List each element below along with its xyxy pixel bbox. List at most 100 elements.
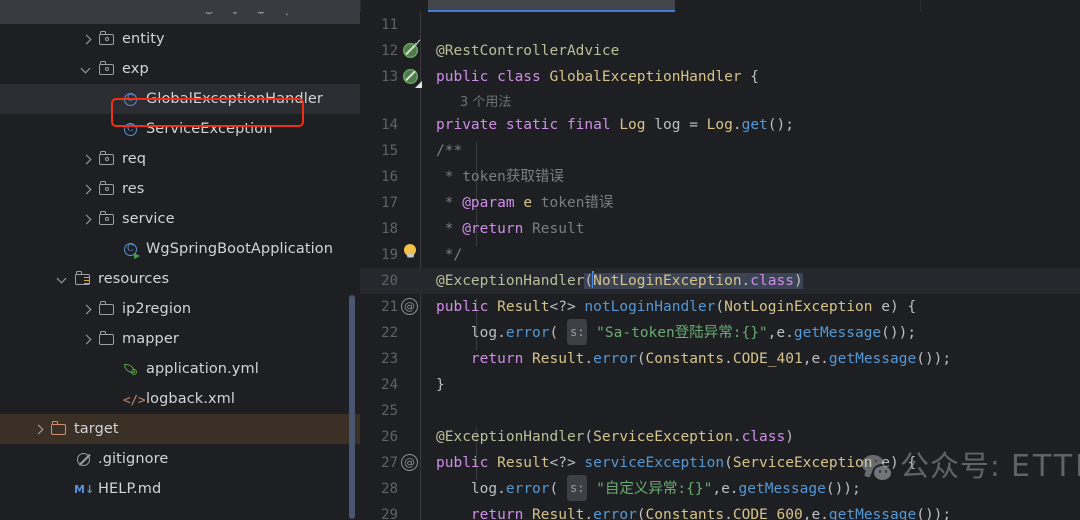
code-text: return Result.error(Constants.CODE_401,e…: [470, 351, 952, 367]
tree-item-ip2region[interactable]: ip2region: [0, 294, 360, 324]
gutter-annotation-icon[interactable]: @: [401, 298, 418, 315]
tree-item-serviceexception[interactable]: C ServiceException: [0, 114, 360, 144]
tree-item-label: req: [122, 151, 147, 167]
package-folder-icon: [99, 181, 116, 198]
package-folder-icon: [99, 211, 116, 228]
code-text: @ExceptionHandler(NotLoginException.clas…: [436, 271, 803, 289]
chevron-right-icon[interactable]: [81, 214, 93, 225]
tree-item-resources[interactable]: resources: [0, 264, 360, 294]
chevron-right-icon[interactable]: [81, 154, 93, 165]
code-line-15[interactable]: 15 /**: [360, 138, 1080, 164]
settings-icon[interactable]: ⚙: [248, 12, 274, 24]
line-number: 21: [381, 299, 398, 315]
code-line-24[interactable]: 24}: [360, 372, 1080, 398]
xml-file-icon: </>: [123, 391, 146, 407]
line-number: 18: [381, 221, 398, 237]
line-number: 27: [381, 455, 398, 471]
tree-item-application-yml[interactable]: application.yml: [0, 354, 360, 384]
code-line-14[interactable]: 14 private static final Log log = Log.get…: [360, 112, 1080, 138]
code-editor: 11 12 ✓ @RestControllerAdvice 13 public class…: [360, 0, 1080, 520]
tree-item-label: exp: [122, 61, 149, 77]
resources-folder-icon: [75, 271, 92, 288]
tree-item-entity[interactable]: entity: [0, 24, 360, 54]
gutter-implementation-icon[interactable]: [402, 68, 422, 88]
project-panel-toolbar: ⊕ ⌄ ⚙ ⋮: [0, 0, 360, 24]
tree-item-wgspringbootapplication[interactable]: C WgSpringBootApplication: [0, 234, 360, 264]
tree-item-req[interactable]: req: [0, 144, 360, 174]
code-line-12[interactable]: 12 ✓ @RestControllerAdvice: [360, 38, 1080, 64]
code-line-11[interactable]: 11: [360, 12, 1080, 38]
chevron-down-icon[interactable]: [56, 273, 69, 285]
line-number: 13: [381, 69, 398, 85]
code-line-29[interactable]: 29 return Result.error(Constants.CODE_60…: [360, 502, 1080, 520]
editor-tab-strip[interactable]: [360, 0, 1080, 13]
editor-tab-active[interactable]: [428, 0, 675, 10]
line-number: 12: [381, 43, 398, 59]
code-line-23[interactable]: 23 return Result.error(Constants.CODE_40…: [360, 346, 1080, 372]
package-folder-icon: [99, 31, 116, 48]
code-line-16[interactable]: 16 * token获取错误: [360, 164, 1080, 190]
locate-icon[interactable]: ⊕: [196, 12, 222, 24]
tree-item-label: WgSpringBootApplication: [146, 241, 334, 257]
tree-item-exp[interactable]: exp: [0, 54, 360, 84]
intention-bulb-icon[interactable]: [403, 244, 417, 263]
tree-item-label: resources: [98, 271, 170, 287]
code-text: * token获取错误: [436, 169, 564, 185]
code-text: public Result<?> serviceException(Servic…: [436, 455, 917, 471]
package-folder-icon: [99, 151, 116, 168]
tree-item-label: logback.xml: [146, 391, 236, 407]
code-text: log.error( s: "Sa-token登陆异常:{}",e.getMes…: [436, 319, 916, 346]
code-line-20[interactable]: 20 @ExceptionHandler(NotLoginException.cl…: [360, 268, 1080, 294]
code-line-18[interactable]: 18 * @return Result: [360, 216, 1080, 242]
chevron-right-icon[interactable]: [81, 184, 93, 195]
package-folder-icon: [99, 61, 116, 78]
code-text: public class GlobalExceptionHandler {: [436, 69, 760, 85]
tree-item-label: application.yml: [146, 361, 259, 377]
chevron-right-icon[interactable]: [81, 334, 93, 345]
tree-item--gitignore[interactable]: .gitignore: [0, 444, 360, 474]
tree-item-target[interactable]: target: [0, 414, 360, 444]
code-line-27[interactable]: 27 @ public Result<?> serviceException(Ser…: [360, 450, 1080, 476]
code-canvas[interactable]: 11 12 ✓ @RestControllerAdvice 13 public class…: [360, 12, 1080, 520]
code-text: @ExceptionHandler(ServiceException.class…: [436, 429, 794, 445]
line-number: 29: [381, 507, 398, 520]
code-text: * @return Result: [436, 221, 585, 237]
gitignore-icon: [75, 451, 92, 468]
code-line-26[interactable]: 26 @ExceptionHandler(ServiceException.cla…: [360, 424, 1080, 450]
code-line-21[interactable]: 21 @ public Result<?> notLoginHandler(NotL…: [360, 294, 1080, 320]
tree-item-label: target: [74, 421, 119, 437]
code-text: log.error( s: "自定义异常:{}",e.getMessage())…: [436, 475, 861, 502]
chevron-right-icon[interactable]: [33, 424, 45, 435]
tree-item-res[interactable]: res: [0, 174, 360, 204]
collapse-all-icon[interactable]: ⌄: [222, 12, 248, 24]
line-number: 26: [381, 429, 398, 445]
code-line-25[interactable]: 25: [360, 398, 1080, 424]
tree-item-logback-xml[interactable]: </> logback.xml: [0, 384, 360, 414]
code-line-17[interactable]: 17 * @param e token错误: [360, 190, 1080, 216]
line-number: 15: [381, 143, 398, 159]
code-text: * @param e token错误: [436, 195, 614, 211]
tree-item-help-md[interactable]: M↓ HELP.md: [0, 474, 360, 504]
project-tool-window: ⊕ ⌄ ⚙ ⋮ entity exp C GlobalExceptionHandler…: [0, 0, 360, 520]
tree-item-mapper[interactable]: mapper: [0, 324, 360, 354]
sidebar-scrollbar[interactable]: [349, 295, 355, 519]
tree-item-label: ServiceException: [146, 121, 273, 137]
code-line-28[interactable]: 28 log.error( s: "自定义异常:{}",e.getMessage…: [360, 475, 1080, 502]
project-file-tree[interactable]: entity exp C GlobalExceptionHandler C Service…: [0, 24, 360, 520]
tree-item-service[interactable]: service: [0, 204, 360, 234]
chevron-right-icon[interactable]: [81, 304, 93, 315]
code-text: /**: [436, 143, 463, 159]
more-icon[interactable]: ⋮: [274, 12, 300, 24]
gutter-run-ok-icon[interactable]: ✓: [402, 39, 422, 60]
tree-item-label: ip2region: [122, 301, 192, 317]
code-line-22[interactable]: 22 log.error( s: "Sa-token登陆异常:{}",e.get…: [360, 319, 1080, 346]
line-number: 28: [381, 481, 398, 497]
gutter-annotation-icon[interactable]: @: [401, 454, 418, 471]
tree-item-label: GlobalExceptionHandler: [146, 91, 323, 107]
chevron-down-icon[interactable]: [80, 63, 93, 75]
tree-item-globalexceptionhandler[interactable]: C GlobalExceptionHandler: [0, 84, 360, 114]
code-line-19[interactable]: 19 */: [360, 242, 1080, 268]
code-line-13[interactable]: 13 public class GlobalExceptionHandler {: [360, 64, 1080, 90]
chevron-right-icon[interactable]: [81, 34, 93, 45]
tree-item-label: service: [122, 211, 175, 227]
